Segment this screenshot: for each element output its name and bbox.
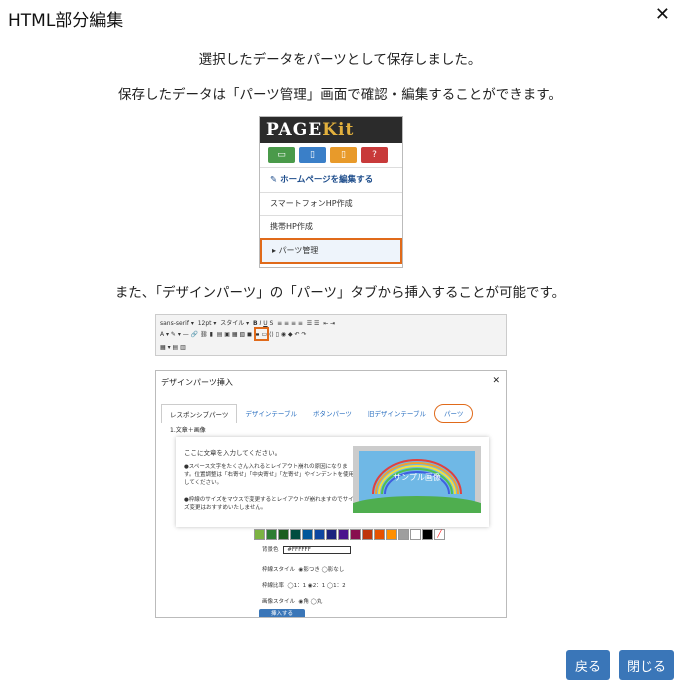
close-button[interactable]: 閉じる <box>619 650 674 680</box>
section-label: 1.文章＋画像 <box>170 427 206 434</box>
pagekit-menu-screenshot: PAGEKit ▭ ▯ ▯ ? ✎ ホームページを編集する スマートフォンHP作… <box>259 116 403 268</box>
html-partial-edit-dialog: HTML部分編集 ✕ 選択したデータをパーツとして保存しました。 保存したデータ… <box>0 0 680 684</box>
message-design-parts: また、「デザインパーツ」の「パーツ」タブから挿入することが可能です。 <box>114 285 566 301</box>
toolbar-row-2: A ▾ ✎ ▾ — 🔗 ⛓ ▮ ▤ ▣ ▦ ▧ ◼ ▬ ▭ ⟨⟩ ▯ ◉ ◆ ↶… <box>160 331 307 338</box>
card-text-1: ここに文章を入力してください。 <box>184 449 282 457</box>
text-image-card: ここに文章を入力してください。 ●スペース文字をたくさん入れるとレイアウト崩れの… <box>176 437 489 527</box>
card-text-2: ●スペース文字をたくさん入れるとレイアウト崩れの原因になります。位置調整は「右寄… <box>184 464 354 486</box>
sample-image-label: サンプル画像 <box>393 473 441 482</box>
design-parts-tabs: レスポンシブパーツ デザインテーブル ボタンパーツ 旧デザインテーブル パーツ <box>161 404 474 423</box>
design-parts-dialog-screenshot: デザインパーツ挿入 ✕ レスポンシブパーツ デザインテーブル ボタンパーツ 旧デ… <box>155 370 507 618</box>
pagekit-logo: PAGEKit <box>260 117 402 143</box>
tab-old-design-table: 旧デザインテーブル <box>367 410 426 418</box>
design-parts-button-highlight <box>254 327 269 341</box>
menu-mobile: 携帯HP作成 <box>260 215 402 238</box>
tab-parts: パーツ <box>434 404 474 423</box>
tab-design-table: デザインテーブル <box>245 410 297 418</box>
close-icon[interactable]: ✕ <box>655 4 670 25</box>
card-text-3: ●枠線のサイズをマウスで変更するとレイアウトが崩れますのでサイズ変更はおすすめい… <box>184 497 354 511</box>
back-button[interactable]: 戻る <box>566 650 610 680</box>
phone-icon: ▯ <box>299 147 326 163</box>
laptop-icon: ▭ <box>268 147 295 163</box>
border-ratio-row: 枠線比率 ◯1：1 ◉2：1 ◯1：2 <box>262 583 346 589</box>
menu-parts-management: ▸ パーツ管理 <box>260 238 402 264</box>
close-icon: ✕ <box>492 376 500 386</box>
dialog-title: HTML部分編集 <box>8 11 124 31</box>
toolbar-row-1: sans-serif ▾ 12pt ▾ スタイル ▾ B I U S ≡ ≡ ≡… <box>160 320 336 327</box>
menu-edit-homepage: ✎ ホームページを編集する <box>260 167 402 192</box>
toolbar-row-3: ▦ ▾ ▤ ▥ <box>160 344 186 351</box>
image-style-row: 画像スタイル ◉角 ◯丸 <box>262 599 323 605</box>
message-parts-management: 保存したデータは「パーツ管理」画面で確認・編集することができます。 <box>118 87 562 103</box>
message-saved: 選択したデータをパーツとして保存しました。 <box>198 52 482 68</box>
pagekit-icon-row: ▭ ▯ ▯ ? <box>260 143 402 167</box>
menu-smartphone: スマートフォンHP作成 <box>260 192 402 215</box>
color-swatches: ╱ <box>254 529 445 540</box>
editor-toolbar-screenshot: sans-serif ▾ 12pt ▾ スタイル ▾ B I U S ≡ ≡ ≡… <box>155 314 507 356</box>
bg-color-row: 背景色 #FFFFFF <box>262 545 352 554</box>
insert-button: 挿入する <box>259 609 305 617</box>
border-style-row: 枠線スタイル ◉影つき ◯影なし <box>262 567 345 573</box>
tab-responsive-parts: レスポンシブパーツ <box>161 404 238 423</box>
tab-button-parts: ボタンパーツ <box>313 410 352 418</box>
sample-image: サンプル画像 <box>347 446 487 520</box>
help-icon: ? <box>361 147 388 163</box>
design-parts-title: デザインパーツ挿入 <box>161 378 233 387</box>
mobile-icon: ▯ <box>330 147 357 163</box>
